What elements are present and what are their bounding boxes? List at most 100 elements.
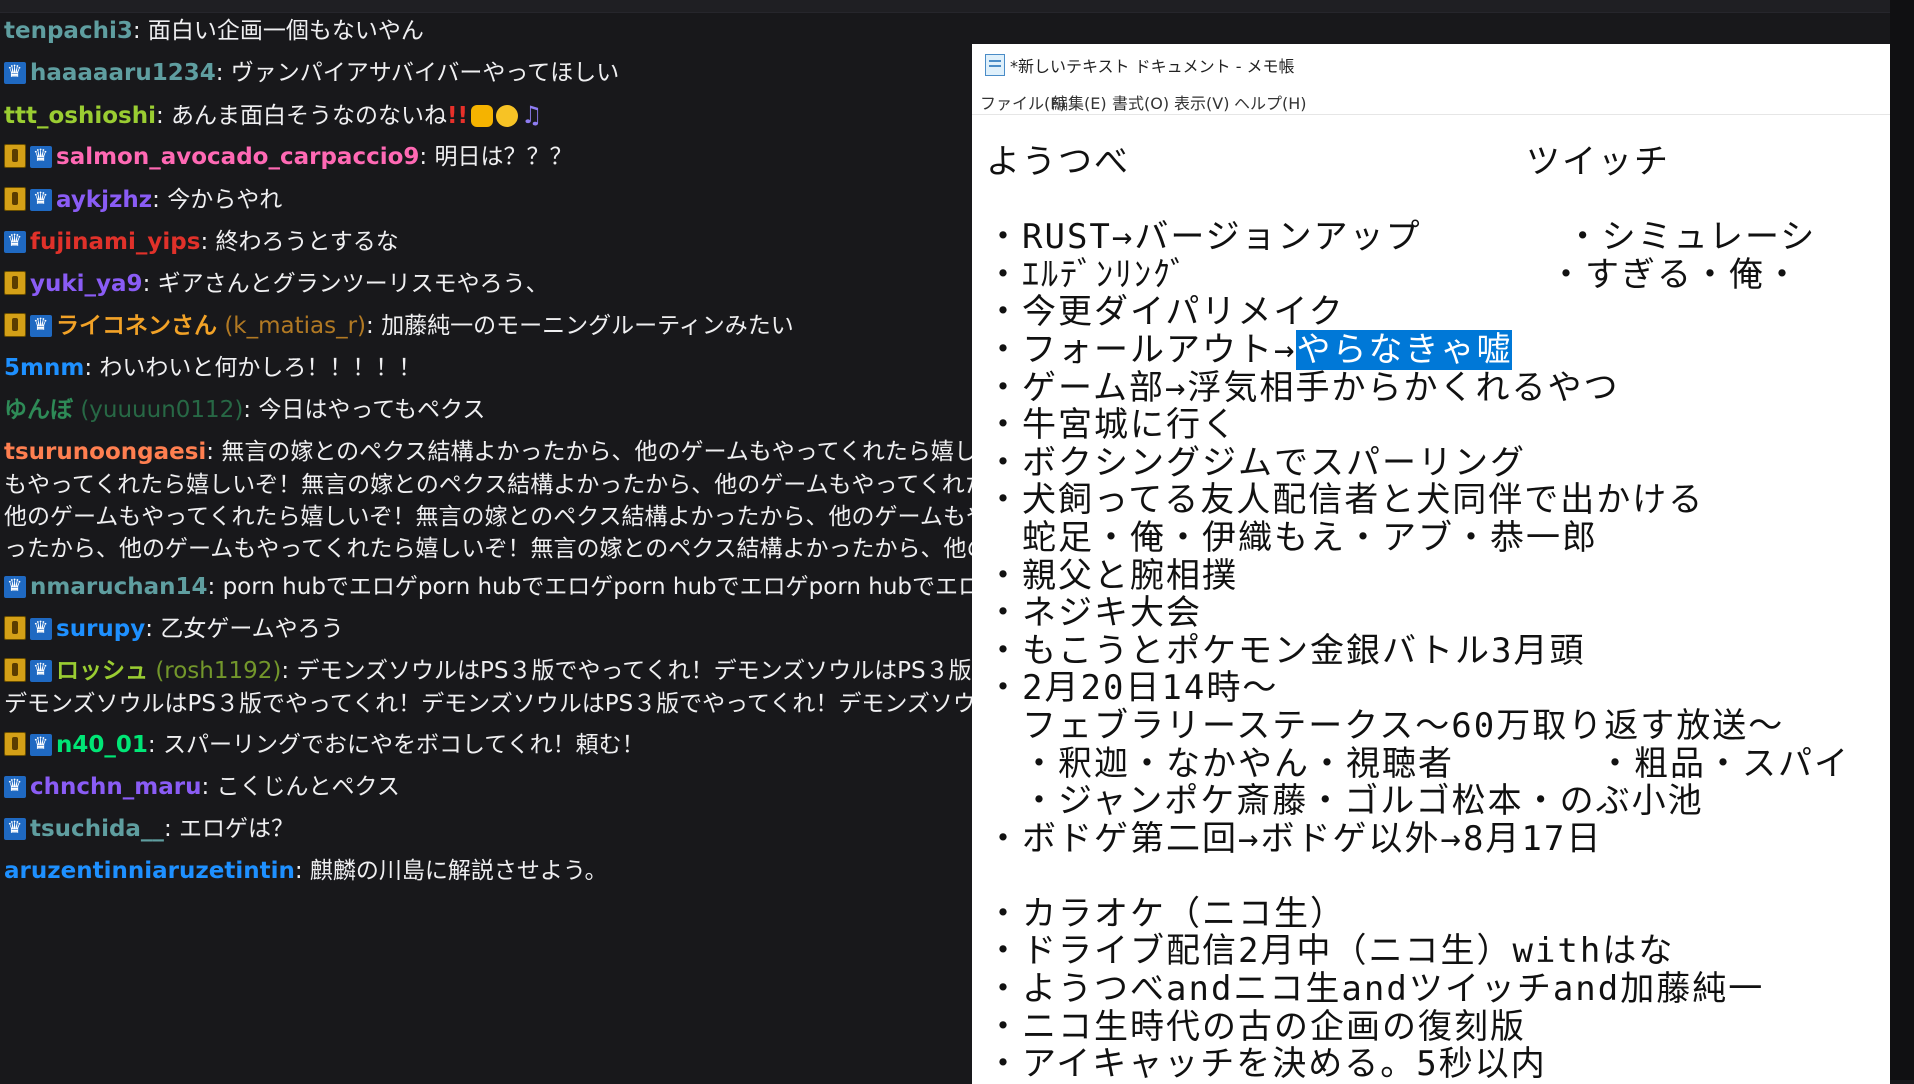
crown-badge-icon (30, 609, 52, 648)
chat-text: スパーリングでおにやをボコしてくれ！頼む！ (162, 732, 645, 758)
chat-message: 5mnm: わいわいと何かしろ！！！！！ (4, 355, 422, 381)
right-edge-strip (1890, 0, 1914, 1080)
text-line: ・牛宮城に行く (986, 405, 1238, 446)
chat-username[interactable]: ロッシュ (56, 658, 148, 684)
chat-message: aykjzhz: 今からやれ (4, 180, 980, 220)
chat-text: もやってくれたら嬉しいぞ！無言の嫁とのペクス結構よかったから、他のゲームもやって… (4, 472, 980, 498)
chat-username[interactable]: surupy (56, 616, 145, 642)
chat-username[interactable]: ライコネンさん (56, 313, 217, 339)
chat-text: デモンズソウルはPS３版でやってくれ！デモンズソウルはPS３版でやってくれ！デモ… (4, 691, 980, 717)
crown-badge-icon (4, 767, 26, 806)
text-line: ・ジャンポケ斎藤・ゴルゴ松本・のぶ小池 (986, 781, 1704, 822)
chat-text: 加藤純一のモーニングルーティンみたい (381, 313, 794, 339)
chat-username[interactable]: haaaaaru1234 (30, 60, 216, 86)
chat-text: あんま面白そうなのないね (171, 103, 448, 129)
chat-username[interactable]: nmaruchan14 (30, 574, 208, 600)
text-line: ・カラオケ（ニコ生） (986, 893, 1346, 934)
chat-text: 今日はやってもペクス (258, 397, 486, 423)
chat-text: 麒麟の川島に解説させよう。 (309, 858, 608, 884)
text-line: ・ゲーム部→浮気相手からかくれるやつ (986, 367, 1620, 408)
menu-item[interactable]: 表示(V) (1174, 90, 1229, 114)
chat-message: ゆんぼ (yuuuun0112): 今日はやってもペクス (4, 397, 486, 423)
fist-emoji-icon (471, 105, 494, 127)
subscriber-badge-icon (4, 313, 26, 337)
chat-username[interactable]: tenpachi3 (4, 18, 133, 44)
chat-username[interactable]: fujinami_yips (30, 229, 200, 255)
crown-badge-icon (30, 651, 52, 690)
chat-message: nmaruchan14: porn hubでエロゲporn hubでエロゲpor… (4, 567, 980, 607)
chat-text: 終わろうとするな (215, 229, 399, 255)
chat-text: エロゲは？ (179, 816, 294, 842)
chat-message: デモンズソウルはPS３版でやってくれ！デモンズソウルはPS３版でやってくれ！デモ… (4, 685, 980, 724)
menu-item[interactable]: ヘルプ(H) (1234, 90, 1307, 114)
text-line: ・今更ダイパリメイク (986, 292, 1345, 333)
text-line: ・犬飼ってる友人配信者と犬同伴で出かける (986, 480, 1705, 521)
notepad-titlebar[interactable]: *新しいテキスト ドキュメント - メモ帳 (972, 44, 1890, 84)
chat-username[interactable]: tsuchida__ (30, 816, 164, 842)
chat-text: わいわいと何かしろ！！！！！ (99, 355, 422, 381)
chat-message: ライコネンさん (k_matias_r): 加藤純一のモーニングルーティンみたい (4, 306, 980, 346)
menu-bar: ファイル(F) 編集(E) 書式(O) 表示(V) ヘルプ(H) (972, 86, 1890, 115)
notepad-text-area[interactable]: ようつべ ツイッチ ・RUST→バージョンアップ ・シミュレーシ ・ｴﾙﾃﾞﾝﾘﾝ… (986, 142, 1850, 1084)
chat-message: chnchn_maru: こくじんとペクス (4, 767, 980, 807)
notepad-app-icon (985, 54, 1005, 76)
face-emoji-icon (496, 105, 519, 127)
chat-text: 乙女ゲームやろう (160, 616, 344, 642)
chat-username[interactable]: tsurunoongaesi (4, 439, 206, 465)
text-line: ・フォールアウト→やらなきゃ嘘 (986, 329, 1513, 370)
chat-username[interactable]: n40_01 (56, 732, 148, 758)
chat-username[interactable]: ttt_oshioshi (4, 103, 156, 129)
menu-item[interactable]: 編集(E) (1052, 90, 1107, 114)
text-line: 蛇足・俺・伊織もえ・アブ・恭一郎 (986, 517, 1598, 558)
subscriber-badge-icon (4, 732, 26, 756)
text-line: ・釈迦・なかやん・視聴者 ・粗品・スパイ (986, 743, 1850, 784)
chat-text: デモンズソウルはPS３版でやってくれ！デモンズソウルはPS３版でやってくれ！ (296, 658, 980, 684)
menu-item[interactable]: 書式(O) (1112, 90, 1169, 114)
note-emoji-icon: ♫ (521, 101, 543, 129)
text-line: ・もこうとポケモン金銀バトル3月頭 (986, 630, 1586, 671)
selected-text[interactable]: やらなきゃ嘘 (1296, 329, 1513, 370)
text-line: ・ボクシングジムでスパーリング (986, 442, 1526, 483)
text-line (986, 182, 1850, 220)
top-bar (0, 0, 1914, 13)
chat-username[interactable]: aruzentinniaruzetintin (4, 858, 295, 884)
chat-handle: (yuuuun0112) (80, 397, 244, 423)
chat-username[interactable]: aykjzhz (56, 187, 152, 213)
crown-badge-icon (30, 306, 52, 345)
chat-text: こくじんとペクス (216, 774, 400, 800)
text-line: ・アイキャッチを決める。5秒以内 (986, 1044, 1547, 1084)
chat-text: ったから、他のゲームもやってくれたら嬉しいぞ！無言の嫁とのペクス結構よかったから… (4, 536, 980, 562)
chat-message: salmon_avocado_carpaccio9: 明日は？？？ (4, 137, 980, 177)
chat-username[interactable]: yuki_ya9 (30, 271, 143, 297)
chat-message: tenpachi3: 面白い企画一個もないやん (4, 18, 424, 44)
text-line: ・親父と腕相撲 (986, 555, 1238, 596)
text-line: フェブラリーステークス～60万取り返す放送～ (986, 705, 1785, 746)
chat-username[interactable]: ゆんぼ (4, 397, 73, 423)
chat-message: aruzentinniaruzetintin: 麒麟の川島に解説させよう。 (4, 858, 608, 884)
text-line: ・ｴﾙﾃﾞﾝﾘﾝｸﾞ ・すぎる・俺・ (986, 254, 1801, 295)
text-line: ・ニコ生時代の古の企画の復刻版 (986, 1006, 1526, 1047)
chat-handle: (k_matias_r) (224, 313, 367, 339)
chat-message: yuki_ya9: ギアさんとグランツーリスモやろう、 (4, 265, 980, 304)
chat-username[interactable]: salmon_avocado_carpaccio9 (56, 144, 419, 170)
notepad-window[interactable]: *新しいテキスト ドキュメント - メモ帳 ファイル(F) 編集(E) 書式(O) 表… (972, 44, 1890, 1084)
text-line: ・ボドゲ第二回→ボドゲ以外→8月17日 (986, 818, 1603, 859)
text-line: ・ようつべandニコ生andツイッチand加藤純一 (986, 969, 1765, 1010)
chat-message: fujinami_yips: 終わろうとするな (4, 222, 980, 262)
text-line: ようつべ ツイッチ (986, 142, 1670, 182)
chat-username[interactable]: 5mnm (4, 355, 84, 381)
chat-message: tsuchida__: エロゲは？ (4, 809, 980, 849)
chat-text: 面白い企画一個もないやん (147, 18, 424, 44)
crown-badge-icon (4, 222, 26, 261)
subscriber-badge-icon (4, 144, 26, 168)
subscriber-badge-icon (4, 187, 26, 211)
text-line: ・2月20日14時～ (986, 668, 1279, 709)
crown-badge-icon (30, 180, 52, 219)
text-line: ・ドライブ配信2月中（ニコ生）withはな (986, 931, 1675, 972)
chat-username[interactable]: chnchn_maru (30, 774, 201, 800)
crown-badge-icon (30, 137, 52, 176)
subscriber-badge-icon (4, 658, 26, 682)
crown-badge-icon (4, 53, 26, 92)
chat-panel[interactable]: tenpachi3: 面白い企画一個もないやん haaaaaru1234: ヴァン… (0, 18, 980, 1080)
chat-text: 無言の嫁とのペクス結構よかったから、他のゲームもやってくれたら嬉しいぞ！無言の嫁… (221, 439, 980, 465)
